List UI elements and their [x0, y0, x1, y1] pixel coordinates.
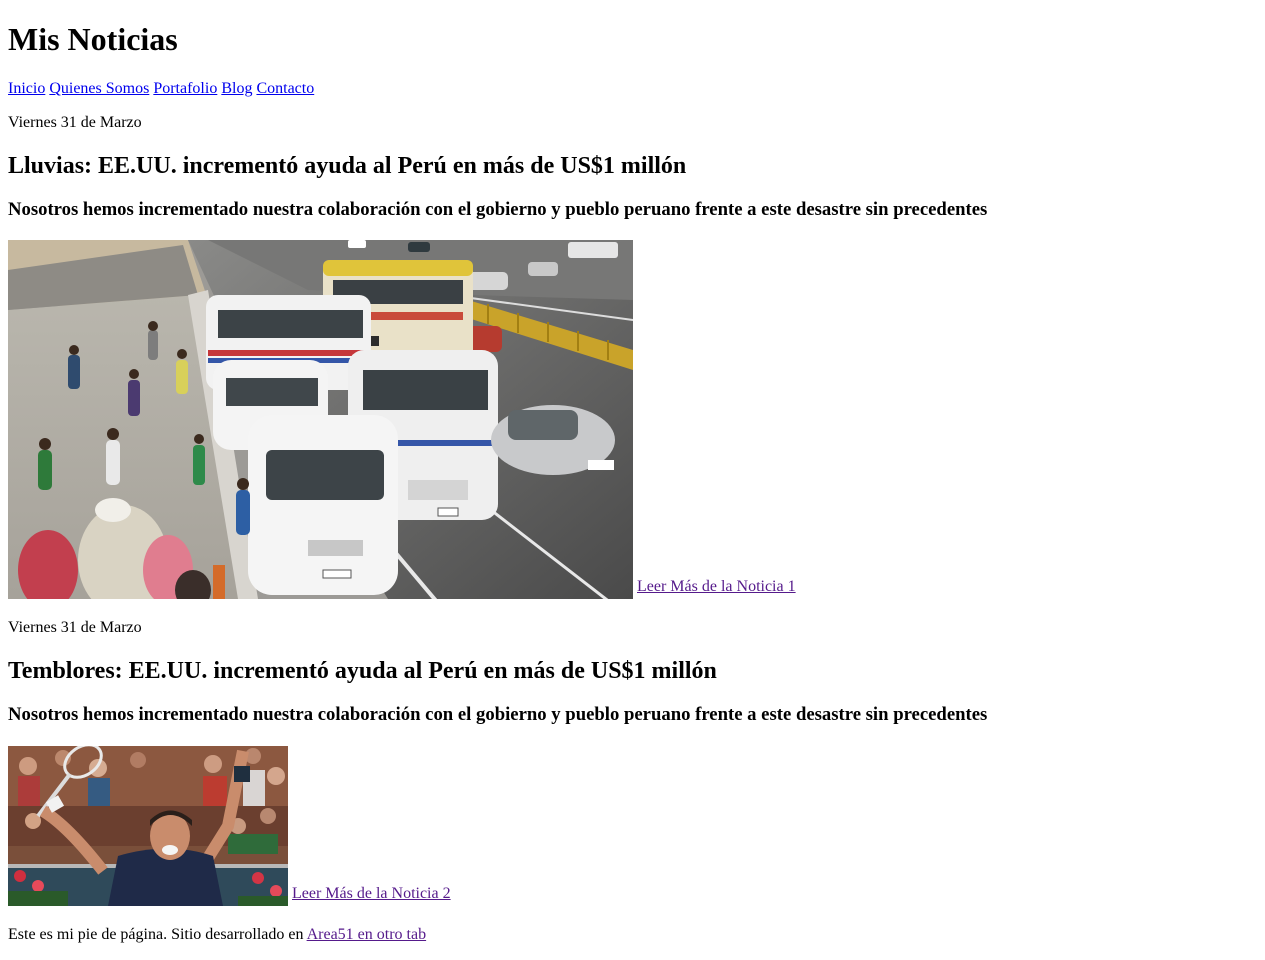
article-headline: Lluvias: EE.UU. incrementó ayuda al Perú… [8, 153, 687, 179]
nav-link-portafolio[interactable]: Portafolio [153, 80, 217, 97]
article-subheadline: Nosotros hemos incrementado nuestra cola… [8, 704, 988, 725]
street-traffic-photo [8, 240, 633, 599]
read-more-link-2[interactable]: Leer Más de la Noticia 2 [292, 884, 451, 904]
article-headline: Temblores: EE.UU. incrementó ayuda al Pe… [8, 658, 717, 684]
nav-link-quienes-somos[interactable]: Quienes Somos [49, 80, 149, 97]
site-title: Mis Noticias [8, 21, 178, 57]
nav-link-blog[interactable]: Blog [221, 80, 252, 97]
article-media: Leer Más de la Noticia 1 [8, 240, 796, 599]
main-nav: Inicio Quienes Somos Portafolio Blog Con… [8, 79, 314, 99]
article-subheadline: Nosotros hemos incrementado nuestra cola… [8, 199, 988, 220]
article-date: Viernes 31 de Marzo [8, 114, 142, 131]
read-more-link-1[interactable]: Leer Más de la Noticia 1 [637, 577, 796, 597]
page-footer: Este es mi pie de página. Sitio desarrol… [8, 925, 426, 945]
footer-link-area51[interactable]: Area51 en otro tab [307, 926, 427, 943]
article-date: Viernes 31 de Marzo [8, 619, 142, 636]
nav-link-inicio[interactable]: Inicio [8, 80, 45, 97]
nav-link-contacto[interactable]: Contacto [256, 80, 314, 97]
footer-text: Este es mi pie de página. Sitio desarrol… [8, 926, 307, 943]
tennis-player-photo [8, 746, 288, 906]
article-media: Leer Más de la Noticia 2 [8, 746, 451, 906]
